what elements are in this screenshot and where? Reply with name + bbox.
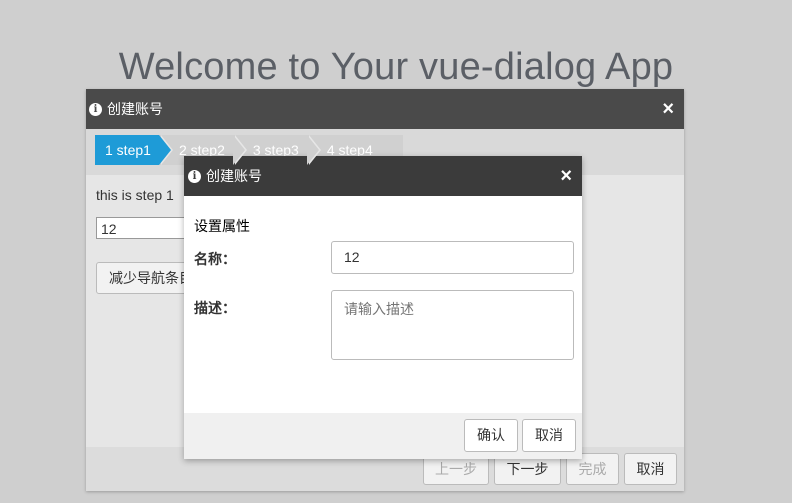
- description-field[interactable]: [331, 290, 574, 360]
- name-field[interactable]: 12: [331, 241, 574, 274]
- wizard-cancel-button[interactable]: 取消: [624, 453, 677, 485]
- info-icon: i: [188, 169, 201, 183]
- step-1[interactable]: 1 step1: [95, 135, 173, 165]
- description-label: 描述：: [194, 300, 236, 316]
- create-account-modal: i 创建账号 × 设置属性 名称： 12 描述： 确认 取消: [184, 156, 582, 459]
- modal-footer: 确认 取消: [184, 413, 582, 459]
- close-icon[interactable]: ×: [560, 166, 572, 186]
- page-title: Welcome to Your vue-dialog App: [118, 46, 674, 88]
- section-label: 设置属性: [194, 218, 250, 234]
- confirm-button[interactable]: 确认: [464, 419, 518, 452]
- step-text: this is step 1: [96, 187, 174, 203]
- step-body: this is step 1: [96, 187, 174, 203]
- step-label: 1 step1: [105, 142, 151, 158]
- modal-cancel-button[interactable]: 取消: [522, 419, 576, 452]
- wizard-dialog-title: 创建账号: [107, 101, 163, 117]
- name-label: 名称：: [194, 251, 236, 267]
- close-icon[interactable]: ×: [662, 99, 674, 119]
- wizard-dialog-header: i 创建账号 ×: [86, 89, 684, 129]
- info-icon: i: [89, 102, 102, 116]
- modal-title: 创建账号: [206, 168, 262, 184]
